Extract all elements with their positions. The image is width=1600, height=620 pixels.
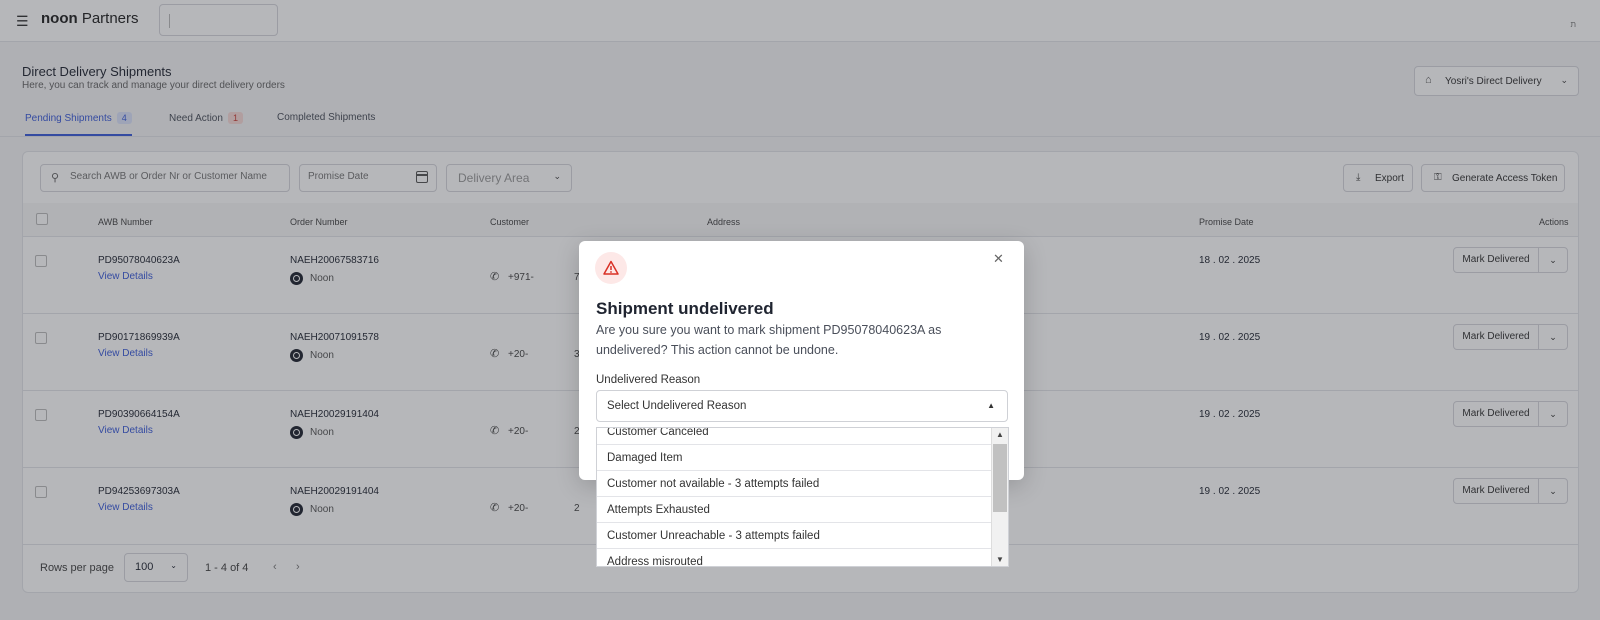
- modal-title: Shipment undelivered: [596, 299, 774, 318]
- option-customer-not-available[interactable]: Customer not available - 3 attempts fail…: [597, 471, 992, 497]
- option-label: Customer Canceled: [607, 427, 709, 438]
- scrollbar-thumb[interactable]: [993, 444, 1007, 512]
- warning-icon-badge: [595, 252, 627, 284]
- option-label: Address misrouted: [607, 556, 703, 567]
- options-scrollbar[interactable]: ▲ ▼: [991, 428, 1008, 566]
- scroll-up-arrow-icon[interactable]: ▲: [996, 430, 1004, 439]
- scroll-down-arrow-icon[interactable]: ▼: [996, 555, 1004, 564]
- warning-triangle-icon: [603, 260, 619, 275]
- option-label: Damaged Item: [607, 452, 683, 464]
- close-icon[interactable]: ✕: [993, 251, 1004, 267]
- undelivered-reason-select[interactable]: Select Undelivered Reason ▲: [596, 390, 1008, 422]
- option-address-misrouted[interactable]: Address misrouted: [597, 549, 992, 567]
- modal-body: Are you sure you want to mark shipment P…: [596, 323, 942, 357]
- option-label: Attempts Exhausted: [607, 504, 710, 516]
- option-damaged-item[interactable]: Damaged Item: [597, 445, 992, 471]
- undelivered-reason-options: Customer Canceled Damaged Item Customer …: [596, 427, 1009, 567]
- option-customer-unreachable[interactable]: Customer Unreachable - 3 attempts failed: [597, 523, 992, 549]
- undelivered-reason-placeholder: Select Undelivered Reason: [607, 400, 747, 412]
- chevron-up-icon: ▲: [987, 401, 995, 410]
- option-customer-canceled[interactable]: Customer Canceled: [597, 427, 992, 445]
- undelivered-reason-label: Undelivered Reason: [596, 374, 701, 386]
- option-attempts-exhausted[interactable]: Attempts Exhausted: [597, 497, 992, 523]
- option-label: Customer Unreachable - 3 attempts failed: [607, 530, 820, 542]
- option-label: Customer not available - 3 attempts fail…: [607, 478, 820, 490]
